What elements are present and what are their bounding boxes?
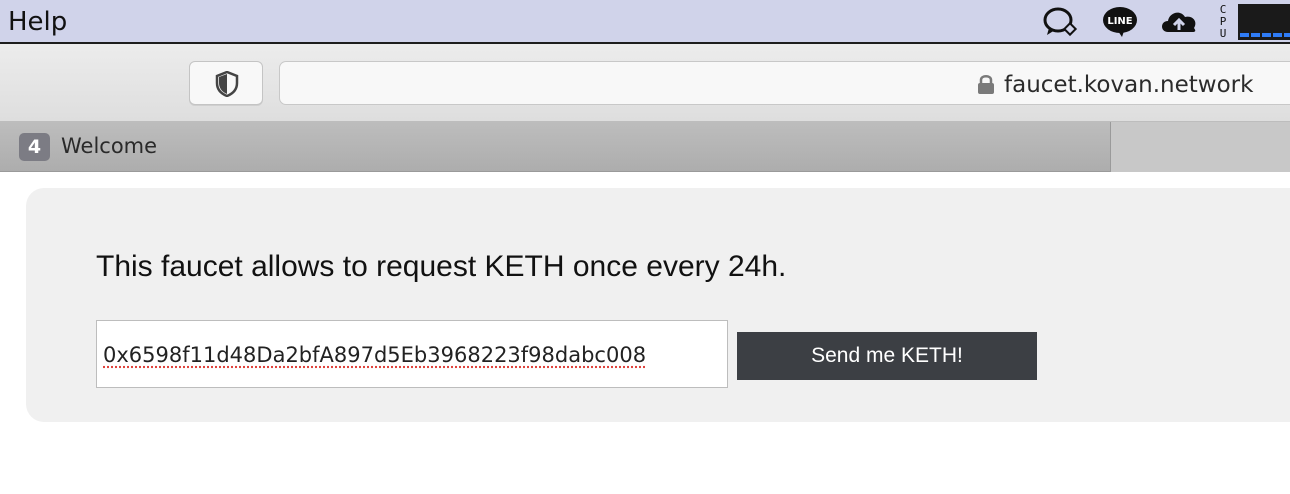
- shield-icon: [215, 71, 239, 97]
- cloud-upload-icon[interactable]: [1158, 6, 1194, 38]
- tab-inactive[interactable]: [1110, 122, 1290, 172]
- wallet-address-input[interactable]: 0x6598f11d48Da2bfA897d5Eb3968223f98dabc0…: [96, 320, 728, 388]
- address-bar[interactable]: faucet.kovan.network: [279, 61, 1290, 105]
- svg-text:LINE: LINE: [1107, 16, 1132, 27]
- chat-bubble-icon[interactable]: [1042, 6, 1078, 38]
- page-headline: This faucet allows to request KETH once …: [96, 250, 786, 284]
- menu-bar: Help LINE CPU: [0, 0, 1290, 44]
- browser-toolbar: faucet.kovan.network: [0, 44, 1290, 122]
- tab-welcome[interactable]: 4 Welcome: [0, 122, 1111, 172]
- privacy-shield-button[interactable]: [189, 61, 263, 105]
- tab-title: Welcome: [61, 134, 157, 158]
- wallet-address-value: 0x6598f11d48Da2bfA897d5Eb3968223f98dabc0…: [103, 343, 646, 367]
- send-keth-button[interactable]: Send me KETH!: [737, 332, 1037, 380]
- address-text: faucet.kovan.network: [1004, 72, 1253, 98]
- tab-count-badge: 4: [19, 133, 50, 161]
- faucet-panel: This faucet allows to request KETH once …: [26, 188, 1290, 422]
- line-icon[interactable]: LINE: [1102, 6, 1138, 38]
- cpu-monitor-icon[interactable]: [1238, 4, 1290, 40]
- cpu-label: CPU: [1217, 4, 1229, 40]
- menu-help[interactable]: Help: [8, 7, 67, 37]
- tab-bar: 4 Welcome: [0, 122, 1290, 172]
- lock-icon: [977, 73, 995, 95]
